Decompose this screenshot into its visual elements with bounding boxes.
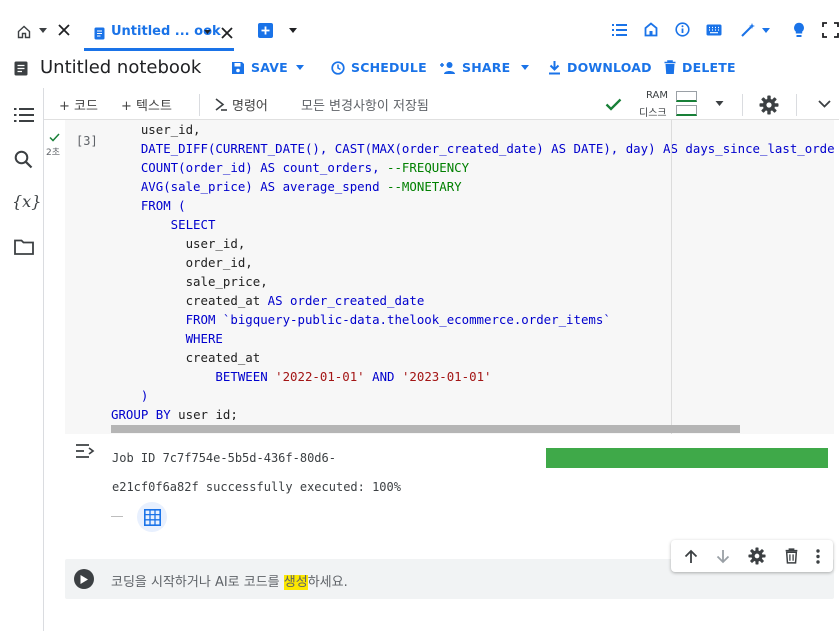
cell-settings-gear-icon[interactable] [748, 547, 767, 565]
collapse-chevron-icon[interactable] [818, 100, 831, 108]
notebook-icon [14, 61, 28, 76]
add-code-button[interactable]: + 코드 [59, 95, 98, 114]
code-line: BETWEEN '2022-01-01' AND '2023-01-01' [111, 369, 492, 384]
notebook-title[interactable]: Untitled notebook [40, 57, 201, 78]
code-line: sale_price, [111, 274, 268, 289]
exec-count: [3] [76, 134, 98, 148]
code-line: created_at AS order_created_date [111, 293, 425, 308]
settings-gear-icon[interactable] [759, 95, 779, 115]
connected-check-icon [605, 98, 622, 111]
delete-label: DELETE [682, 60, 736, 75]
code-editor[interactable]: user_id, DATE_DIFF(CURRENT_DATE(), CAST(… [111, 120, 834, 420]
table-view-button[interactable] [137, 502, 167, 532]
prompt-text-after: 하세요. [307, 575, 348, 590]
toolbar-divider-2 [742, 94, 743, 116]
home-tab-close-icon[interactable] [58, 24, 70, 36]
delete-button[interactable]: DELETE [664, 60, 736, 75]
schedule-label: SCHEDULE [351, 60, 427, 75]
toolbar-divider [199, 94, 200, 116]
left-sidebar [0, 88, 44, 631]
download-icon [549, 61, 560, 75]
code-line: user_id, [111, 236, 246, 251]
prompt-text-before: 코딩을 시작하거나 AI로 코드를 [111, 575, 284, 590]
fullscreen-icon[interactable] [822, 22, 839, 38]
exec-time: 2초 [46, 148, 61, 158]
save-dropdown-icon[interactable] [295, 65, 305, 71]
lightbulb-icon[interactable] [793, 22, 805, 38]
disk-meter[interactable] [676, 105, 697, 116]
toolbar-divider-3 [796, 94, 797, 116]
code-line: AVG(sale_price) AS average_spend --MONET… [111, 179, 462, 194]
code-line: FROM `bigquery-public-data.thelook_ecomm… [111, 312, 611, 327]
output-job-line-2: e21cf0f6a82f successfully executed: 100% [112, 480, 401, 494]
disk-label: 디스크 [639, 108, 667, 119]
command-palette-button[interactable]: 명령어 [215, 95, 268, 114]
notebook-tab-close-icon[interactable] [221, 27, 233, 39]
variables-icon[interactable]: {x} [12, 192, 41, 211]
save-icon [232, 61, 244, 74]
prompt-generate-link[interactable]: 생성 [283, 575, 308, 590]
play-icon [80, 574, 88, 584]
ram-label: RAM [646, 90, 669, 101]
notebook-doc-icon [94, 27, 105, 40]
home-tab-dropdown-icon[interactable] [38, 28, 48, 34]
new-tab-dropdown-icon[interactable] [288, 28, 298, 34]
magic-wand-icon[interactable] [740, 22, 756, 38]
code-ruler-line [671, 120, 672, 434]
code-line: created_at [111, 350, 261, 365]
more-options-icon[interactable] [816, 548, 820, 564]
progress-bar [546, 448, 828, 468]
command-icon [215, 98, 227, 111]
new-tab-icon[interactable] [258, 23, 273, 38]
run-cell-button[interactable] [74, 569, 94, 589]
search-icon[interactable] [14, 150, 33, 169]
output-job-line-1: Job ID 7c7f754e-5b5d-436f-80d6- [112, 451, 336, 465]
code-line: WHERE [111, 331, 223, 346]
magic-wand-dropdown-icon[interactable] [761, 28, 771, 34]
home-icon[interactable] [644, 22, 658, 37]
info-icon[interactable] [675, 22, 690, 37]
share-button[interactable]: SHARE [439, 60, 530, 75]
notebook-tab-dropdown-icon[interactable] [203, 30, 212, 35]
download-button[interactable]: DOWNLOAD [548, 60, 652, 75]
output-options-icon[interactable] [75, 443, 95, 459]
save-label: SAVE [251, 60, 288, 75]
save-button[interactable]: SAVE [231, 60, 288, 75]
code-line: COUNT(order_id) AS count_orders, --FREQU… [111, 160, 470, 175]
schedule-button[interactable]: SCHEDULE [331, 60, 427, 75]
runtime-dropdown-icon[interactable] [714, 101, 725, 107]
keyboard-icon[interactable] [706, 24, 722, 36]
code-line: GROUP BY user_id; [111, 407, 238, 420]
trash-icon [664, 60, 676, 74]
add-text-button[interactable]: + 텍스트 [121, 95, 172, 114]
save-status: 모든 변경사항이 저장됨 [301, 99, 429, 114]
ram-meter[interactable] [676, 91, 697, 102]
move-down-arrow-icon[interactable] [716, 549, 730, 564]
clock-icon [331, 60, 345, 75]
share-dropdown-icon [521, 64, 530, 70]
code-line: order_id, [111, 255, 253, 270]
command-palette-label: 명령어 [232, 99, 268, 114]
delete-cell-trash-icon[interactable] [785, 548, 798, 564]
code-line: ) [111, 388, 149, 403]
prompt-placeholder: 코딩을 시작하거나 AI로 코드를 생성하세요. [111, 571, 348, 590]
list-icon[interactable] [612, 24, 627, 36]
exec-success-check-icon [49, 133, 60, 142]
share-label: SHARE [462, 60, 511, 75]
table-icon [143, 508, 161, 526]
cell-actions-toolbar [671, 540, 833, 572]
download-label: DOWNLOAD [567, 60, 652, 75]
output-separator [111, 516, 123, 517]
code-line: user_id, [111, 122, 201, 137]
code-line: SELECT [111, 217, 216, 232]
code-line: FROM ( [111, 198, 186, 213]
code-horizontal-scrollbar[interactable] [111, 425, 740, 433]
table-of-contents-icon[interactable] [14, 107, 34, 123]
code-line: DATE_DIFF(CURRENT_DATE(), CAST(MAX(order… [111, 141, 834, 156]
add-person-icon [440, 61, 455, 74]
folder-icon[interactable] [14, 239, 34, 255]
move-up-arrow-icon[interactable] [684, 549, 698, 564]
notebook-tab[interactable]: Untitled ... ook [84, 12, 244, 52]
home-tab-icon[interactable] [14, 22, 34, 42]
